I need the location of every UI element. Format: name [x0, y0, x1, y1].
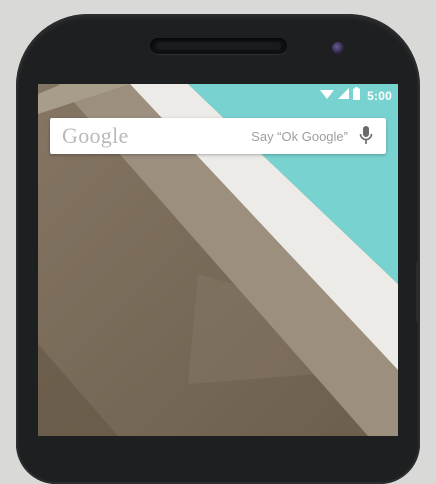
status-bar: 5:00: [38, 84, 398, 108]
wifi-icon: [320, 87, 335, 105]
voice-hint-text: Say “Ok Google”: [251, 128, 348, 144]
earpiece-speaker: [150, 38, 287, 54]
google-search-bar[interactable]: Google Say “Ok Google”: [50, 118, 386, 154]
battery-icon: [353, 87, 361, 105]
front-camera-icon: [332, 42, 344, 54]
cellular-signal-icon: [338, 87, 350, 105]
side-volume-button: [416, 262, 420, 322]
status-time: 5:00: [367, 89, 392, 103]
microphone-icon[interactable]: [358, 125, 374, 147]
home-screen: 5:00 Google Say “Ok Google”: [38, 84, 398, 436]
google-logo: Google: [62, 123, 129, 148]
